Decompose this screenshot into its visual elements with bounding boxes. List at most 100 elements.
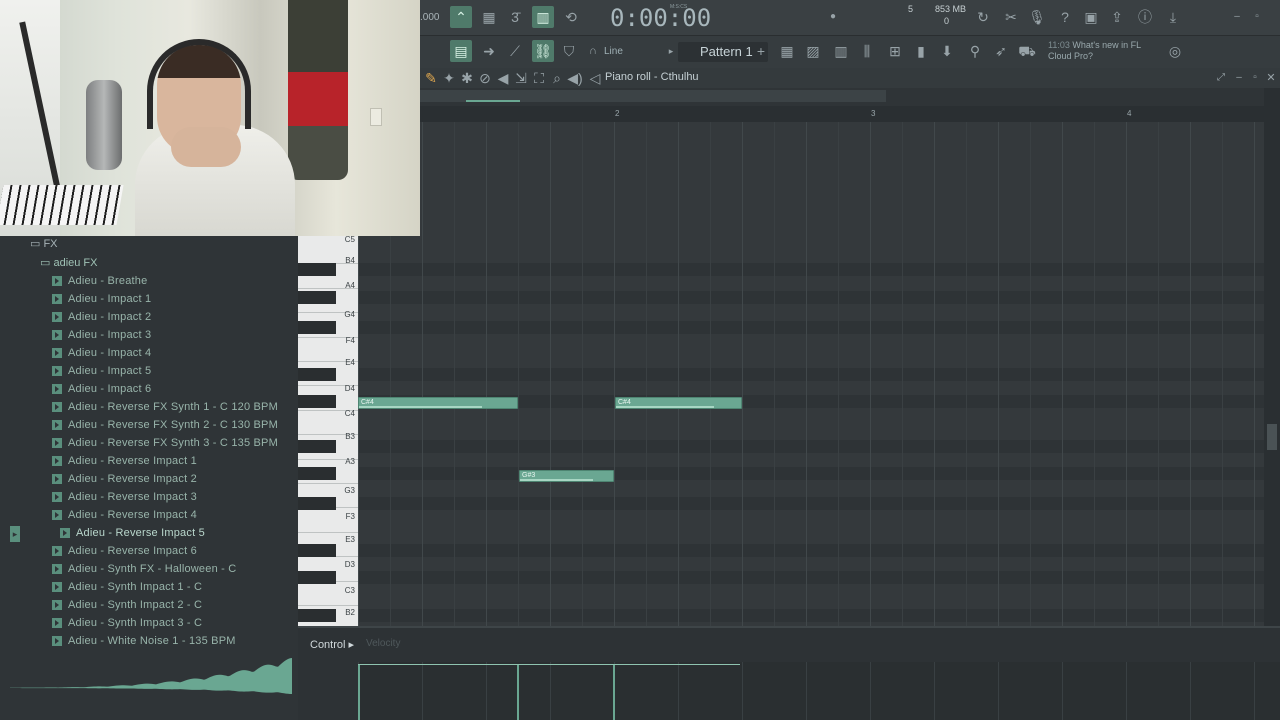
browser-item[interactable]: Adieu - Reverse Impact 6: [52, 542, 197, 560]
velocity-stem[interactable]: [613, 664, 615, 720]
event-control-lane: Control ▸ Velocity: [298, 626, 1280, 720]
step-edit-icon[interactable]: ▥: [532, 6, 554, 28]
stamp-icon[interactable]: ⛉: [558, 40, 580, 62]
note-grid[interactable]: C#4 C#4 G#3: [358, 122, 1264, 626]
maximize-icon[interactable]: ▫: [1246, 6, 1268, 28]
vertical-scrollbar-thumb[interactable]: [1267, 424, 1277, 450]
browser-item[interactable]: Adieu - Reverse Impact 5: [60, 524, 205, 542]
grid-line: [1126, 122, 1127, 626]
metronome-icon[interactable]: ⌃: [450, 6, 472, 28]
browser-item[interactable]: Adieu - Impact 4: [52, 344, 151, 362]
velocity-stem[interactable]: [517, 664, 519, 720]
playlist-icon[interactable]: ▦: [776, 40, 798, 62]
cut-icon[interactable]: ✂: [1000, 6, 1022, 28]
browser-item[interactable]: Adieu - Reverse FX Synth 3 - C 135 BPM: [52, 434, 278, 452]
grid-line: [710, 122, 711, 626]
add-pattern-icon[interactable]: +: [750, 40, 772, 62]
download-icon[interactable]: ⤓: [1162, 6, 1184, 28]
browser-item[interactable]: Adieu - Impact 3: [52, 326, 151, 344]
mixer-icon[interactable]: ▥: [830, 40, 852, 62]
control-grid-line: [422, 662, 423, 720]
save-icon[interactable]: ▣: [1080, 6, 1102, 28]
piano-roll-icon[interactable]: ▤: [450, 40, 472, 62]
browser-item[interactable]: Adieu - Impact 1: [52, 290, 151, 308]
link-icon[interactable]: ⛓: [532, 40, 554, 62]
control-label[interactable]: Control ▸: [310, 638, 354, 651]
browser-item[interactable]: Adieu - Reverse Impact 2: [52, 470, 197, 488]
news-panel[interactable]: 11:03 What's new in FL Cloud Pro?: [1048, 40, 1168, 62]
tempo-display[interactable]: .000: [420, 8, 440, 28]
person-icon[interactable]: ⚲: [964, 40, 986, 62]
black-key[interactable]: [298, 544, 336, 557]
ruler-bar-4: 4: [1127, 109, 1132, 118]
browser-item[interactable]: Adieu - Impact 2: [52, 308, 151, 326]
piano-keyboard[interactable]: C5 B4 A4 G4 F4 E4 D4 C4 B3 A3 G3 F3 E3 D3 C3 B2: [298, 236, 358, 626]
note[interactable]: C#4: [615, 397, 742, 409]
velocity-stem[interactable]: [358, 664, 360, 720]
tree-icon[interactable]: ⊞: [884, 40, 906, 62]
black-key-row: [358, 291, 1264, 304]
scrollbar-thumb[interactable]: [466, 100, 520, 102]
minimize-icon[interactable]: –: [1226, 6, 1248, 28]
file-icon[interactable]: ▮: [910, 40, 932, 62]
note[interactable]: G#3: [519, 470, 614, 482]
browser-item-label: Adieu - Impact 6: [68, 383, 152, 395]
velocity-area[interactable]: [358, 662, 1280, 720]
loop-record-icon[interactable]: ⟲: [560, 6, 582, 28]
timeline-ruler[interactable]: 2 3 4: [420, 106, 1264, 122]
countdown-icon[interactable]: 3̄: [504, 6, 526, 28]
vertical-scrollbar[interactable]: [1264, 88, 1280, 628]
browser-item[interactable]: Adieu - Impact 5: [52, 362, 151, 380]
playback-icon[interactable]: ◀): [564, 67, 586, 89]
browser-item[interactable]: Adieu - Impact 6: [52, 380, 151, 398]
black-key[interactable]: [298, 609, 336, 622]
browser-item[interactable]: Adieu - Synth Impact 1 - C: [52, 578, 202, 596]
horizontal-scrollbar[interactable]: [420, 88, 1280, 106]
cart-icon[interactable]: ⛟: [1016, 40, 1038, 62]
browser-item[interactable]: Adieu - Breathe: [52, 272, 147, 290]
channel-rack-icon[interactable]: ▨: [802, 40, 824, 62]
snap-select[interactable]: Line: [598, 42, 658, 62]
velocity-label[interactable]: Velocity: [366, 638, 400, 649]
pr-close-icon[interactable]: ✕: [1260, 67, 1280, 89]
black-key[interactable]: [298, 291, 336, 304]
bird-icon[interactable]: ➶: [990, 40, 1012, 62]
piano-roll-title: Piano roll - Cthulhu: [605, 71, 699, 83]
black-key[interactable]: [298, 571, 336, 584]
black-key[interactable]: [298, 467, 336, 480]
black-key[interactable]: [298, 321, 336, 334]
black-key[interactable]: [298, 263, 336, 276]
browser-item[interactable]: Adieu - Reverse FX Synth 1 - C 120 BPM: [52, 398, 278, 416]
black-key[interactable]: [298, 395, 336, 408]
browser-item[interactable]: Adieu - Reverse Impact 1: [52, 452, 197, 470]
sliders-icon[interactable]: ⫼: [856, 40, 878, 62]
audio-file-icon: [52, 582, 62, 592]
browser-item[interactable]: Adieu - Reverse FX Synth 2 - C 130 BPM: [52, 416, 278, 434]
browser-item[interactable]: Adieu - Reverse Impact 3: [52, 488, 197, 506]
plugin-icon[interactable]: ⬇: [936, 40, 958, 62]
arrow-icon[interactable]: ➜: [478, 40, 500, 62]
browser-item[interactable]: Adieu - Synth FX - Halloween - C: [52, 560, 236, 578]
grid-line: [1062, 122, 1063, 626]
undo-icon[interactable]: ↻: [972, 6, 994, 28]
speaker-icon[interactable]: ◁: [584, 67, 606, 89]
brush-icon[interactable]: ⟋: [504, 40, 526, 62]
browser-item-label: Adieu - Impact 4: [68, 347, 152, 359]
master-volume-icon[interactable]: ●: [822, 6, 844, 28]
black-key[interactable]: [298, 368, 336, 381]
wait-record-icon[interactable]: ▦: [478, 6, 500, 28]
render-icon[interactable]: ⇪: [1106, 6, 1128, 28]
black-key[interactable]: [298, 497, 336, 510]
black-key-row: [358, 467, 1264, 480]
browser-item[interactable]: Adieu - Synth Impact 3 - C: [52, 614, 202, 632]
browser-item[interactable]: Adieu - Synth Impact 2 - C: [52, 596, 202, 614]
globe-icon[interactable]: ◎: [1164, 40, 1186, 62]
help-icon[interactable]: ?: [1054, 6, 1076, 28]
note[interactable]: C#4: [358, 397, 518, 409]
info-icon[interactable]: ⓘ: [1134, 6, 1156, 28]
folder-fx[interactable]: ▭ FX: [30, 237, 58, 250]
folder-adieu-fx[interactable]: ▭ adieu FX: [40, 256, 97, 269]
browser-item[interactable]: Adieu - Reverse Impact 4: [52, 506, 197, 524]
black-key[interactable]: [298, 440, 336, 453]
mic-icon[interactable]: 🎙: [1026, 6, 1048, 28]
